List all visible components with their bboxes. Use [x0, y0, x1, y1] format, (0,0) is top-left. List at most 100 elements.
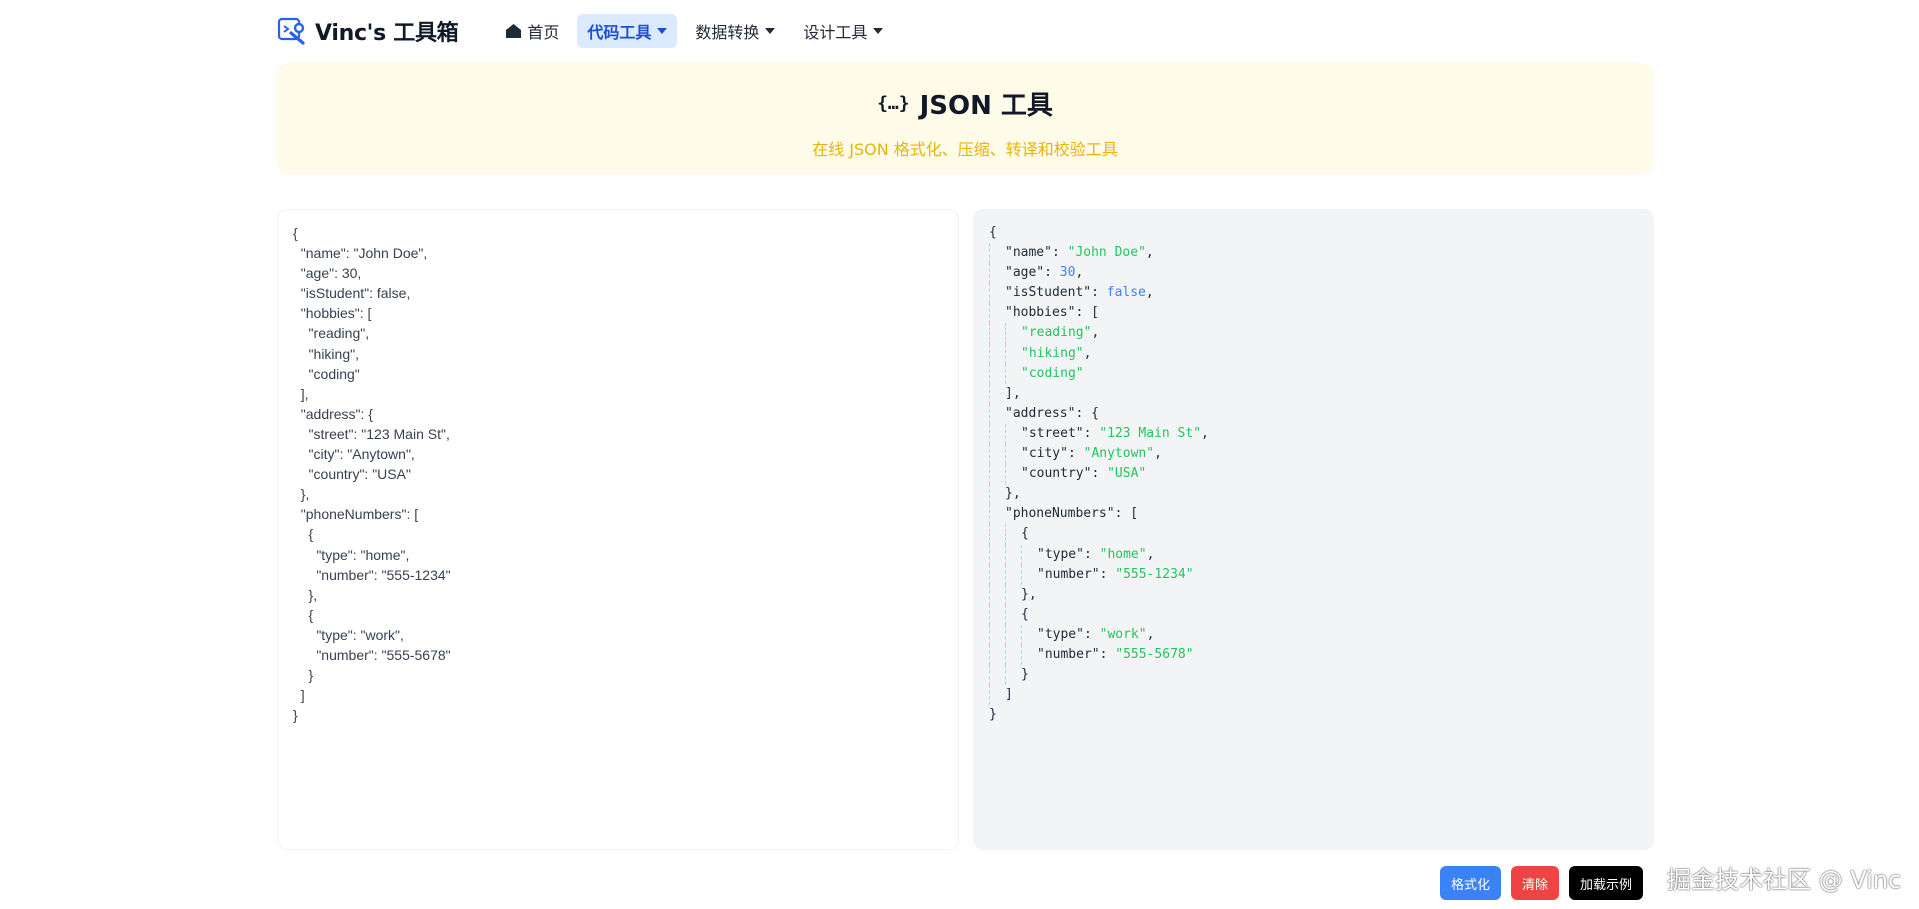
nav-item-data-conversion[interactable]: 数据转换	[685, 14, 785, 48]
code-token: "address"	[1005, 405, 1076, 421]
code-token: :	[1083, 546, 1100, 562]
code-token: "555-1234"	[1115, 566, 1194, 582]
load-example-button[interactable]: 加载示例	[1569, 866, 1644, 900]
nav-item-design-tools[interactable]: 设计工具	[793, 14, 893, 48]
code-line: "phoneNumbers": [	[989, 504, 1209, 525]
code-token: }	[1021, 667, 1029, 683]
indent-guide	[989, 584, 1005, 605]
code-token: {	[1021, 606, 1029, 622]
code-token: ,	[1146, 546, 1155, 562]
code-line: "city": "Anytown",	[989, 444, 1209, 465]
code-token: ,	[1075, 265, 1084, 281]
chevron-down-icon	[765, 28, 776, 34]
indent-guide	[1005, 624, 1021, 645]
code-line: "address": {	[989, 403, 1209, 424]
indent-guide	[1005, 524, 1021, 545]
code-line: "country": "USA"	[989, 464, 1209, 485]
indent-guide	[1005, 584, 1021, 605]
indent-guide	[989, 243, 1005, 264]
code-token: }	[989, 707, 997, 723]
code-line: {	[989, 223, 1209, 243]
nav-item-code-tools[interactable]: 代码工具	[577, 14, 678, 48]
code-token: "555-5678"	[1115, 646, 1194, 662]
code-token: ,	[1146, 626, 1155, 642]
nav-item-home[interactable]: 首页	[496, 14, 569, 48]
top-header: Vinc's 工具箱 首页 代码工具 数据转换 设计工具	[277, 10, 893, 52]
indent-guide	[989, 323, 1005, 344]
code-line: "number": "555-5678"	[989, 644, 1209, 666]
code-token: "hiking"	[1021, 345, 1084, 361]
code-token: "country"	[1021, 466, 1092, 482]
code-token: :	[1044, 265, 1060, 281]
indent-guide	[1021, 624, 1037, 645]
code-line: },	[989, 584, 1209, 605]
main-nav: 首页 代码工具 数据转换 设计工具	[496, 14, 893, 48]
code-line: "hobbies": [	[989, 303, 1209, 324]
indent-guide	[989, 644, 1005, 666]
nav-item-label: 数据转换	[695, 23, 760, 42]
clear-button[interactable]: 清除	[1511, 866, 1560, 900]
indent-guide	[989, 444, 1005, 465]
code-line: "isStudent": false,	[989, 283, 1209, 304]
code-token: "street"	[1021, 425, 1084, 441]
code-token: {	[989, 225, 997, 240]
indent-guide	[989, 544, 1005, 565]
code-token: : [	[1114, 506, 1139, 522]
code-token: :	[1067, 446, 1084, 462]
indent-guide	[1005, 363, 1021, 384]
code-line: "street": "123 Main St",	[989, 423, 1209, 445]
indent-guide	[989, 303, 1005, 324]
code-token: :	[1051, 245, 1068, 261]
code-token: },	[1021, 586, 1037, 602]
code-token: {	[1021, 526, 1029, 542]
code-token: ,	[1145, 245, 1154, 261]
chevron-down-icon	[657, 28, 668, 34]
indent-guide	[989, 283, 1005, 304]
indent-guide	[989, 604, 1005, 625]
code-token: "number"	[1037, 566, 1100, 582]
code-token: "type"	[1037, 626, 1084, 642]
watermark: 掘金技术社区 @ Vinc	[1667, 866, 1902, 894]
code-token: "Anytown"	[1083, 446, 1155, 462]
indent-guide	[989, 263, 1005, 284]
indent-guide	[989, 685, 1005, 706]
json-input-editor[interactable]: { "name": "John Doe", "age": 30, "isStud…	[277, 209, 959, 850]
code-line: "name": "John Doe",	[989, 243, 1209, 264]
indent-guide	[1005, 464, 1021, 485]
code-token: :	[1099, 646, 1116, 662]
code-token: false	[1106, 285, 1146, 301]
code-token: "123 Main St"	[1099, 425, 1202, 441]
indent-guide	[1021, 544, 1037, 565]
indent-guide	[989, 504, 1005, 525]
indent-guide	[1005, 544, 1021, 565]
indent-guide	[1005, 323, 1021, 344]
nav-item-label: 首页	[527, 23, 560, 42]
code-token: ,	[1154, 446, 1162, 462]
code-token: "USA"	[1107, 466, 1147, 482]
code-line: "reading",	[989, 323, 1209, 344]
json-output-viewer: {"name": "John Doe", "age": 30, "isStudent…	[973, 209, 1654, 850]
format-button[interactable]: 格式化	[1440, 866, 1502, 900]
code-token: ,	[1201, 425, 1209, 441]
indent-guide	[1021, 644, 1037, 666]
code-token: ],	[1005, 385, 1021, 401]
action-bar: 格式化 清除 加载示例	[1440, 866, 1644, 900]
code-token: :	[1083, 626, 1100, 642]
indent-guide	[1005, 444, 1021, 465]
indent-guide	[989, 343, 1005, 364]
logo-text: Vinc's 工具箱	[315, 21, 459, 46]
json-input-text[interactable]: { "name": "John Doe", "age": 30, "isStud…	[293, 223, 451, 725]
code-token: "city"	[1021, 446, 1068, 462]
code-token: : [	[1075, 305, 1099, 321]
indent-guide	[1005, 423, 1021, 445]
indent-guide	[1005, 343, 1021, 364]
code-line: "coding"	[989, 363, 1209, 384]
tool-hero-banner: {…} JSON 工具 在线 JSON 格式化、压缩、转译和校验工具	[277, 63, 1653, 173]
indent-guide	[989, 403, 1005, 424]
logo[interactable]: Vinc's 工具箱	[277, 15, 459, 47]
code-line: "type": "work",	[989, 624, 1209, 645]
code-token: "coding"	[1021, 365, 1084, 381]
code-token: "reading"	[1021, 325, 1092, 341]
page-title-text: JSON 工具	[919, 91, 1053, 121]
code-line: }	[989, 705, 1209, 725]
